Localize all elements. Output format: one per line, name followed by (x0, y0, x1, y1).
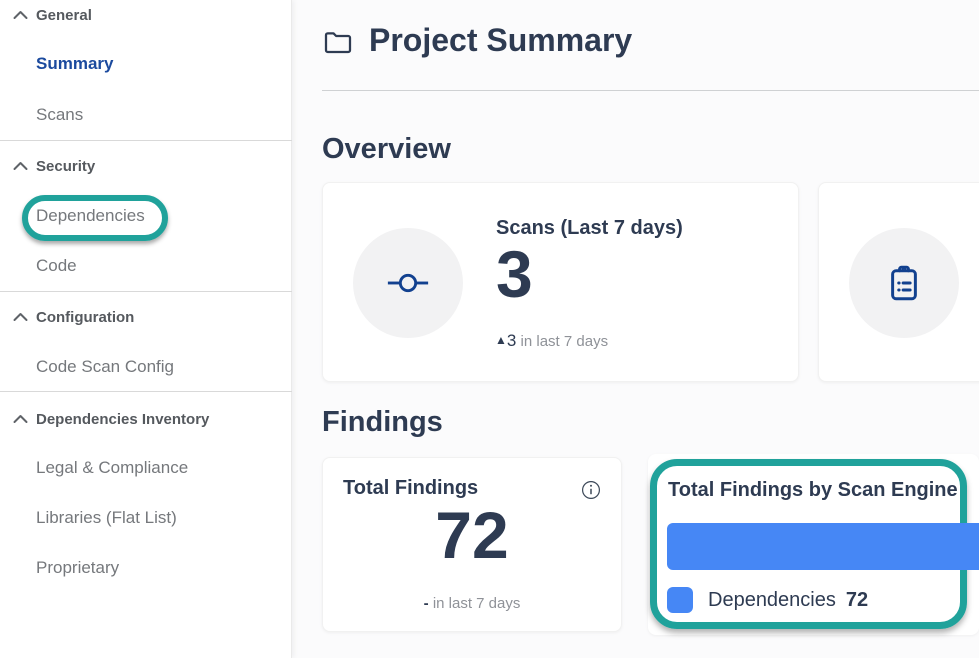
sidebar-item-code[interactable]: Code (36, 256, 77, 280)
total-findings-card: Total Findings 72 - in last 7 days (322, 457, 622, 632)
sidebar-item-proprietary[interactable]: Proprietary (36, 558, 119, 582)
section-label: Dependencies Inventory (36, 411, 209, 428)
app-root: General Summary Scans Security Dependenc… (0, 0, 979, 658)
engine-card-title: Total Findings by Scan Engine (668, 479, 958, 502)
dependencies-bar[interactable] (667, 523, 979, 570)
page-title: Project Summary (369, 22, 632, 59)
findings-by-engine-card: Total Findings by Scan Engine Dependenci… (648, 454, 979, 635)
chevron-up-icon (13, 414, 28, 424)
overview-heading: Overview (322, 133, 451, 166)
legend-swatch-dependencies (667, 587, 693, 613)
folder-icon (321, 26, 355, 58)
findings-heading: Findings (322, 406, 443, 439)
chevron-up-icon (13, 10, 28, 20)
sidebar-divider (0, 140, 292, 141)
chevron-up-icon (13, 312, 28, 322)
sidebar-section-general[interactable]: General (0, 7, 292, 29)
header-divider (322, 90, 979, 91)
legend-value: 72 (846, 589, 868, 612)
scans-icon-circle (353, 228, 463, 338)
legend-label: Dependencies (708, 589, 836, 612)
scans-count: 3 (496, 241, 533, 307)
sidebar-section-configuration[interactable]: Configuration (0, 309, 292, 331)
info-icon[interactable] (581, 480, 601, 500)
triangle-up-icon: ▲ (495, 333, 507, 347)
git-commit-icon (385, 260, 431, 306)
engine-legend: Dependencies 72 (667, 587, 868, 613)
total-delta-suffix: in last 7 days (433, 595, 521, 612)
total-findings-delta: - in last 7 days (323, 595, 621, 612)
sidebar-item-scans[interactable]: Scans (36, 105, 83, 129)
sidebar-item-code-scan-config[interactable]: Code Scan Config (36, 357, 174, 381)
sidebar-divider (0, 391, 292, 392)
chevron-up-icon (13, 161, 28, 171)
section-label: General (36, 7, 92, 24)
section-label: Configuration (36, 309, 134, 326)
sidebar-divider (0, 291, 292, 292)
scans-card: Scans (Last 7 days) 3 ▲3 in last 7 days (322, 182, 799, 382)
scans-delta-suffix: in last 7 days (521, 333, 609, 350)
reports-card (818, 182, 979, 382)
total-delta-prefix: - (424, 595, 429, 612)
total-findings-title: Total Findings (343, 477, 478, 500)
sidebar-item-legal-compliance[interactable]: Legal & Compliance (36, 458, 188, 482)
sidebar-item-summary[interactable]: Summary (36, 54, 113, 78)
scans-delta-value: 3 (507, 331, 516, 350)
scans-delta: ▲3 in last 7 days (495, 331, 608, 351)
sidebar-section-dependencies-inventory[interactable]: Dependencies Inventory (0, 411, 292, 433)
sidebar: General Summary Scans Security Dependenc… (0, 0, 292, 658)
total-findings-count: 72 (323, 502, 621, 568)
section-label: Security (36, 158, 95, 175)
sidebar-section-security[interactable]: Security (0, 158, 292, 180)
clipboard-list-icon (883, 262, 925, 304)
sidebar-item-dependencies[interactable]: Dependencies (36, 206, 145, 230)
reports-icon-circle (849, 228, 959, 338)
sidebar-item-libraries-flat-list[interactable]: Libraries (Flat List) (36, 508, 177, 532)
